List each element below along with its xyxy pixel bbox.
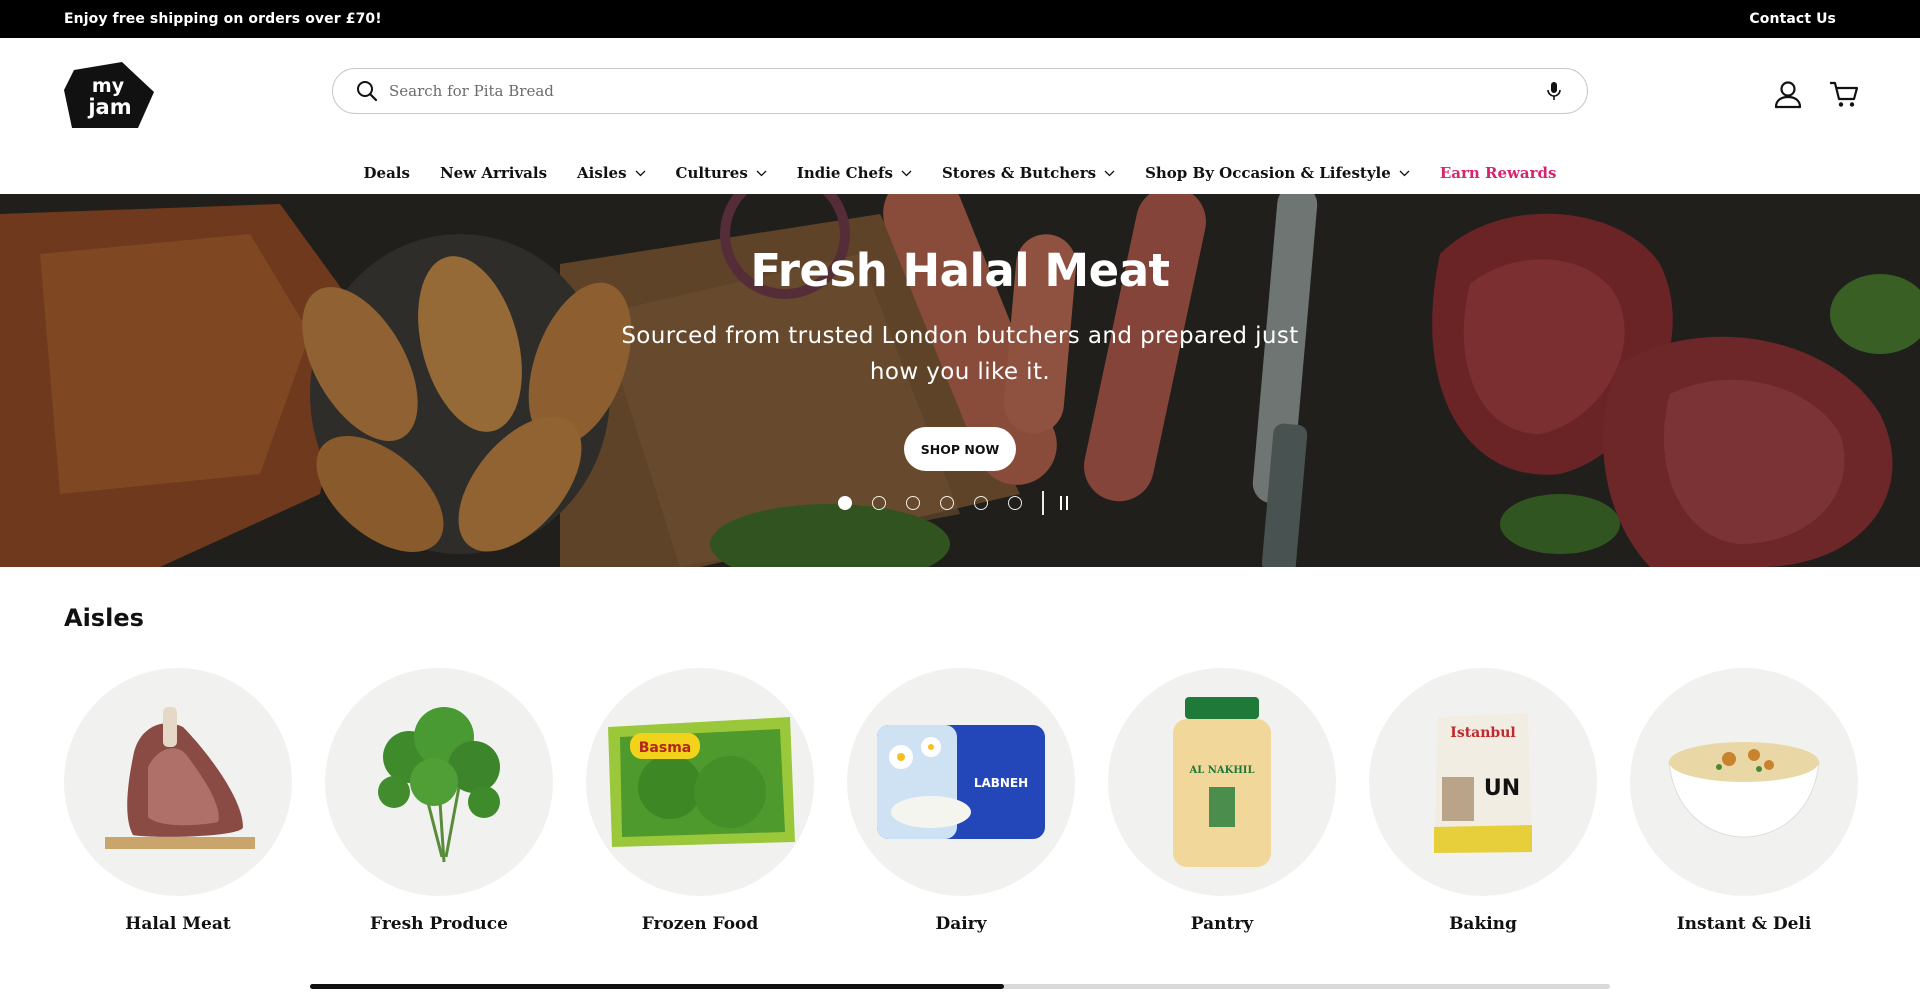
aisle-image: LABNEH <box>847 668 1075 896</box>
nav-aisles[interactable]: Aisles <box>577 164 645 182</box>
chevron-down-icon <box>901 170 912 176</box>
pack-brand-text: Istanbul <box>1450 725 1515 741</box>
aisles-heading: Aisles <box>64 604 144 632</box>
scrollbar-thumb[interactable] <box>310 984 1004 989</box>
nav-deals[interactable]: Deals <box>364 164 410 182</box>
search-input[interactable] <box>389 82 1543 100</box>
shop-now-button[interactable]: SHOP NOW <box>904 427 1016 471</box>
aisle-label: Baking <box>1449 914 1517 934</box>
pagination-divider <box>1042 491 1044 515</box>
pack-sub-text: UN <box>1484 776 1520 801</box>
tahini-jar-image: AL NAKHIL <box>1173 696 1271 867</box>
nav-indie-chefs[interactable]: Indie Chefs <box>797 164 912 182</box>
nav-earn-rewards[interactable]: Earn Rewards <box>1440 164 1557 182</box>
aisle-label: Dairy <box>935 914 987 934</box>
flour-bag-image: Istanbul UN <box>1434 713 1532 853</box>
aisle-label: Halal Meat <box>125 914 231 934</box>
nav-cultures[interactable]: Cultures <box>676 164 767 182</box>
aisle-label: Instant & Deli <box>1676 914 1812 934</box>
aisle-label: Pantry <box>1190 914 1254 934</box>
site-header: my jam <box>0 38 1920 153</box>
aisle-instant-deli[interactable]: Instant & Deli <box>1630 668 1858 934</box>
nav-new-arrivals[interactable]: New Arrivals <box>440 164 547 182</box>
soup-bowl-image <box>1668 742 1820 838</box>
myjam-logo[interactable]: my jam <box>64 62 156 130</box>
nav-label: Aisles <box>577 164 627 182</box>
contact-us-link[interactable]: Contact Us <box>1749 11 1836 27</box>
meat-image <box>105 707 255 849</box>
pack-brand-text: LABNEH <box>974 776 1028 790</box>
announcement-bar: Enjoy free shipping on orders over £70! … <box>0 0 1920 38</box>
aisle-label: Fresh Produce <box>370 914 508 934</box>
slide-dot-4[interactable] <box>940 496 954 510</box>
search-bar[interactable] <box>332 68 1588 114</box>
aisle-image: Istanbul UN <box>1369 668 1597 896</box>
labneh-pack-image: LABNEH <box>877 725 1045 839</box>
nav-label: Shop By Occasion & Lifestyle <box>1145 164 1391 182</box>
aisle-dairy[interactable]: LABNEH Dairy <box>847 668 1075 934</box>
nav-label: New Arrivals <box>439 164 548 182</box>
hero-title: Fresh Halal Meat <box>750 244 1170 297</box>
carousel-scrollbar[interactable] <box>310 984 1610 989</box>
aisle-label: Frozen Food <box>641 914 759 934</box>
aisle-image <box>1630 668 1858 896</box>
nav-label: Earn Rewards <box>1439 164 1557 182</box>
chevron-down-icon <box>635 170 645 176</box>
slide-dot-6[interactable] <box>1008 496 1022 510</box>
aisle-pantry[interactable]: AL NAKHIL Pantry <box>1108 668 1336 934</box>
parsley-image <box>378 707 500 863</box>
nav-label: Cultures <box>675 164 748 182</box>
announcement-text: Enjoy free shipping on orders over £70! <box>64 11 382 27</box>
chevron-down-icon <box>756 170 767 176</box>
pack-brand-text: AL NAKHIL <box>1188 765 1254 776</box>
aisle-image <box>64 668 292 896</box>
aisle-fresh-produce[interactable]: Fresh Produce <box>325 668 553 934</box>
aisle-image <box>325 668 553 896</box>
nav-label: Deals <box>363 164 410 182</box>
aisle-baking[interactable]: Istanbul UN Baking <box>1369 668 1597 934</box>
logo-line1: my <box>92 75 125 97</box>
nav-shop-by-occasion[interactable]: Shop By Occasion & Lifestyle <box>1145 164 1410 182</box>
nav-stores-butchers[interactable]: Stores & Butchers <box>942 164 1115 182</box>
main-navigation: Deals New Arrivals Aisles Cultures Indie… <box>0 153 1920 193</box>
chevron-down-icon <box>1399 170 1410 176</box>
slide-pagination <box>838 491 1068 515</box>
cart-icon[interactable] <box>1828 78 1860 110</box>
nav-label: Indie Chefs <box>796 164 893 182</box>
aisle-frozen-food[interactable]: Basma Frozen Food <box>586 668 814 934</box>
hero-subtitle: Sourced from trusted London butchers and… <box>621 323 1299 385</box>
logo-line2: jam <box>87 95 131 119</box>
nav-label: Stores & Butchers <box>941 164 1097 182</box>
aisles-carousel: Halal Meat Fresh Produce Basma Frozen Fo… <box>64 668 1858 934</box>
account-icon[interactable] <box>1772 78 1804 110</box>
hero-banner: Fresh Halal Meat Sourced from trusted Lo… <box>0 194 1920 567</box>
search-icon[interactable] <box>355 79 379 103</box>
chevron-down-icon <box>1104 170 1115 176</box>
aisle-image: AL NAKHIL <box>1108 668 1336 896</box>
slide-dot-1[interactable] <box>838 496 852 510</box>
slide-dot-2[interactable] <box>872 496 886 510</box>
slide-dot-3[interactable] <box>906 496 920 510</box>
aisle-image: Basma <box>586 668 814 896</box>
microphone-icon[interactable] <box>1543 80 1565 102</box>
pause-icon[interactable] <box>1059 496 1068 510</box>
slide-dot-5[interactable] <box>974 496 988 510</box>
pack-brand-text: Basma <box>639 740 692 756</box>
frozen-pack-image: Basma <box>608 717 795 847</box>
aisle-halal-meat[interactable]: Halal Meat <box>64 668 292 934</box>
